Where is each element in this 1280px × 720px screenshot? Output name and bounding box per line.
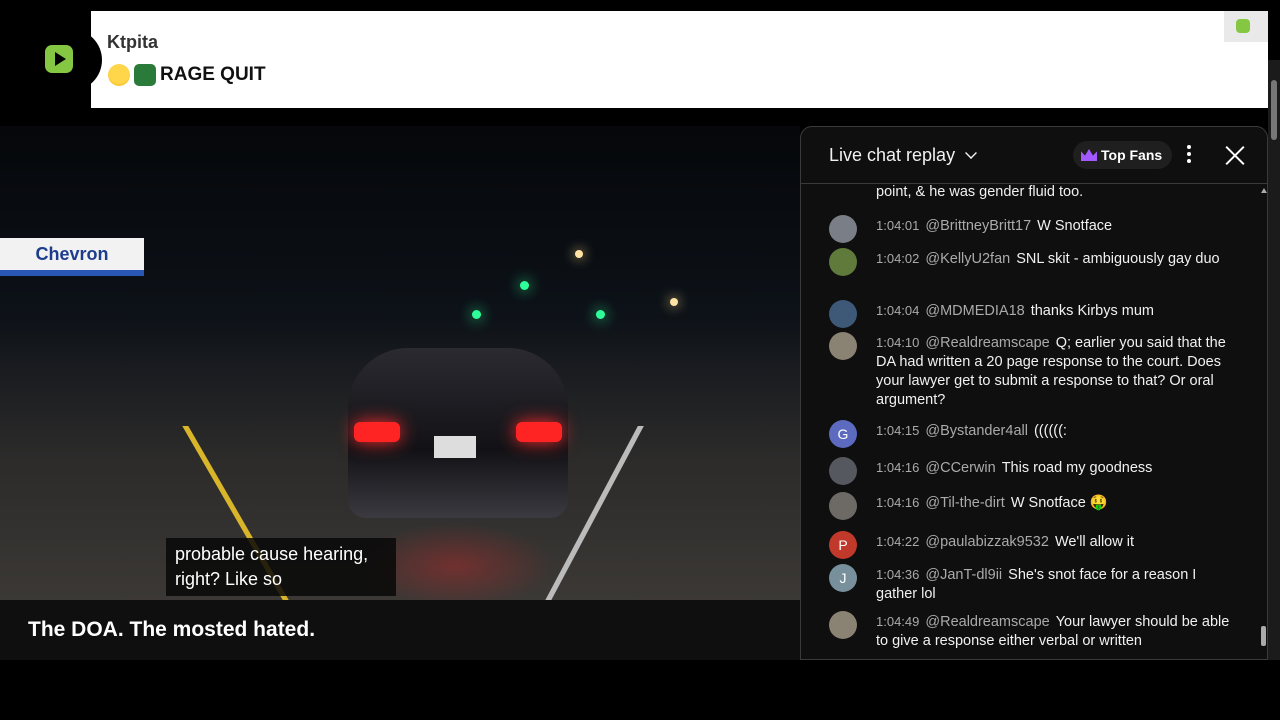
chevron-sign: Chevron — [0, 238, 144, 276]
message-author[interactable]: @Bystander4all — [925, 423, 1028, 439]
car-ahead — [348, 348, 568, 518]
top-fans-label: Top Fans — [1101, 147, 1163, 163]
notification-banner: Ktpita RAGE QUIT — [59, 11, 1268, 108]
close-icon[interactable] — [1224, 144, 1246, 166]
video-caption: probable cause hearing, right? Like so — [166, 538, 396, 596]
message-author[interactable]: @Realdreamscape — [925, 335, 1049, 351]
avatar[interactable]: J — [829, 564, 857, 592]
avatar[interactable]: G — [829, 420, 857, 448]
message-timestamp: 1:04:04 — [876, 303, 920, 318]
notification-message: RAGE QUIT — [108, 64, 266, 86]
chat-message: 1:04:01 @BrittneyBritt17 W Snotface — [829, 215, 1239, 243]
scroll-up-icon[interactable] — [1261, 188, 1267, 193]
message-author[interactable]: @paulabizzak9532 — [925, 534, 1049, 550]
traffic-light — [472, 310, 481, 319]
message-timestamp: 1:04:16 — [876, 460, 920, 475]
chat-message: G 1:04:15 @Bystander4all ((((((: — [829, 420, 1239, 448]
chat-message: 1:04:16 @CCerwin This road my goodness — [829, 457, 1239, 485]
message-author[interactable]: @MDMEDIA18 — [925, 303, 1024, 319]
chat-message: 1:04:49 @Realdreamscape Your lawyer should… — [829, 611, 1239, 651]
notification-text: RAGE QUIT — [160, 64, 266, 85]
play-logo-icon — [1236, 19, 1250, 33]
chat-header: Live chat replay Top Fans — [801, 127, 1267, 184]
page-scrollbar[interactable] — [1268, 60, 1280, 660]
chat-message: 1:04:02 @KellyU2fan SNL skit - ambiguously… — [829, 248, 1239, 276]
rolling-laughing-emoji-icon — [108, 64, 130, 86]
continued-message-text: point, & he was gender fluid too. — [876, 184, 1084, 200]
message-timestamp: 1:04:01 — [876, 218, 920, 233]
chat-message: 1:04:16 @Til-the-dirt W Snotface 🤑 — [829, 492, 1239, 520]
chevron-down-icon[interactable] — [965, 147, 977, 159]
streaming-app-logo — [11, 11, 102, 108]
chat-message-list[interactable]: point, & he was gender fluid too. 1:04:0… — [801, 184, 1259, 659]
message-author[interactable]: @KellyU2fan — [925, 251, 1010, 267]
message-timestamp: 1:04:10 — [876, 335, 920, 350]
video-player[interactable]: Chevron probable cause hearing, right? L… — [0, 126, 800, 600]
message-timestamp: 1:04:15 — [876, 423, 920, 438]
traffic-light — [520, 281, 529, 290]
chat-mode-dropdown[interactable]: Live chat replay — [829, 145, 955, 166]
message-text: W Snotface — [1037, 218, 1113, 234]
chat-scrollbar[interactable] — [1259, 184, 1267, 659]
avatar[interactable] — [829, 215, 857, 243]
message-text: We'll allow it — [1054, 534, 1134, 550]
avatar[interactable] — [829, 492, 857, 520]
avatar[interactable] — [829, 332, 857, 360]
caption-line: probable cause hearing, — [175, 544, 369, 564]
play-logo-icon — [45, 45, 73, 73]
message-text: thanks Kirbys mum — [1030, 303, 1154, 319]
notification-badge — [1224, 11, 1268, 42]
live-chat-panel: Live chat replay Top Fans point, & he wa… — [800, 126, 1268, 660]
message-author[interactable]: @CCerwin — [925, 460, 995, 476]
message-text: ((((((: — [1033, 423, 1067, 439]
traffic-light — [596, 310, 605, 319]
message-timestamp: 1:04:36 — [876, 567, 920, 582]
message-text: This road my goodness — [1001, 460, 1153, 476]
caption-line: right? Like so — [175, 569, 283, 589]
message-text: SNL skit - ambiguously gay duo — [1016, 251, 1220, 267]
message-author[interactable]: @Realdreamscape — [925, 614, 1049, 630]
crown-icon — [1081, 149, 1097, 161]
message-author[interactable]: @Til-the-dirt — [925, 495, 1004, 511]
avatar[interactable] — [829, 611, 857, 639]
chat-message: J 1:04:36 @JanT-dl9ii She's snot face for a… — [829, 564, 1239, 604]
bottom-bar — [0, 660, 1280, 720]
avatar[interactable]: P — [829, 531, 857, 559]
message-timestamp: 1:04:16 — [876, 495, 920, 510]
message-timestamp: 1:04:49 — [876, 614, 920, 629]
message-text: W Snotface 🤑 — [1010, 495, 1108, 511]
more-options-icon[interactable] — [1181, 145, 1197, 165]
avatar[interactable] — [829, 248, 857, 276]
video-title: The DOA. The mosted hated. — [28, 618, 316, 641]
rage-emote-icon — [134, 64, 156, 86]
message-author[interactable]: @BrittneyBritt17 — [925, 218, 1031, 234]
avatar[interactable] — [829, 300, 857, 328]
notification-username: Ktpita — [107, 32, 158, 52]
chat-message: 1:04:04 @MDMEDIA18 thanks Kirbys mum — [829, 300, 1239, 328]
avatar[interactable] — [829, 457, 857, 485]
message-author[interactable]: @JanT-dl9ii — [925, 567, 1002, 583]
street-lamp — [670, 298, 678, 306]
top-fans-button[interactable]: Top Fans — [1073, 141, 1173, 169]
message-timestamp: 1:04:02 — [876, 251, 920, 266]
message-timestamp: 1:04:22 — [876, 534, 920, 549]
chat-message: 1:04:10 @Realdreamscape Q; earlier you sai… — [829, 332, 1239, 410]
street-lamp — [575, 250, 583, 258]
chat-message: P 1:04:22 @paulabizzak9532 We'll allow it — [829, 531, 1239, 559]
